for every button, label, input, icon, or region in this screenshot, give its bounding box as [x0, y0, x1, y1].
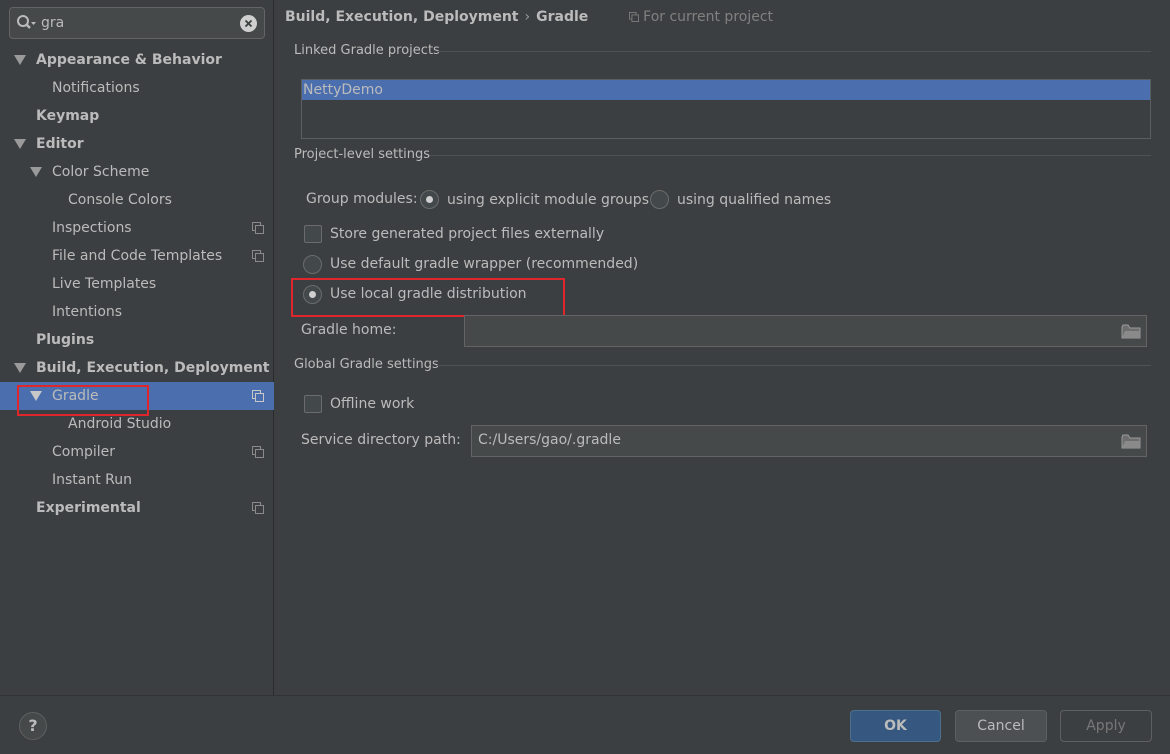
help-button[interactable]: ?: [19, 712, 47, 740]
project-settings-title: Project-level settings: [294, 147, 431, 162]
breadcrumb-separator: ›: [524, 9, 531, 25]
gradle-home-label: Gradle home:: [301, 322, 397, 338]
tree-item-label: Editor: [36, 136, 84, 152]
expand-arrow-icon[interactable]: [30, 167, 42, 177]
tree-item-label: Appearance & Behavior: [36, 52, 222, 68]
tree-item-build-execution-deployment[interactable]: Build, Execution, Deployment: [0, 354, 274, 382]
search-icon[interactable]: [16, 14, 36, 32]
linked-projects-list[interactable]: NettyDemo: [301, 79, 1151, 139]
scope-note: For current project: [629, 9, 773, 25]
radio-qualified-names[interactable]: [650, 190, 669, 209]
tree-item-label: Console Colors: [68, 192, 172, 208]
settings-sidebar: Appearance & Behavior Notifications Keym…: [0, 0, 274, 695]
checkbox-store-externally[interactable]: [304, 225, 322, 243]
breadcrumb-current: Gradle: [536, 9, 589, 25]
project-scope-icon: [252, 222, 264, 234]
tree-item-label: Keymap: [36, 108, 100, 124]
tree-item-label: Instant Run: [52, 472, 133, 488]
ok-button[interactable]: OK: [850, 710, 941, 742]
project-scope-icon: [629, 12, 640, 22]
group-divider: [437, 365, 1151, 366]
global-settings-title: Global Gradle settings: [294, 357, 439, 372]
tree-item-editor[interactable]: Editor: [0, 130, 274, 158]
gradle-home-field[interactable]: [464, 315, 1147, 347]
tree-item-compiler[interactable]: Compiler: [0, 438, 274, 466]
folder-icon[interactable]: [1121, 434, 1141, 449]
tree-item-label: Inspections: [52, 220, 132, 236]
highlight-box-local-distribution: [291, 278, 565, 317]
scope-label: For current project: [643, 9, 774, 25]
tree-item-keymap[interactable]: Keymap: [0, 102, 274, 130]
group-divider: [430, 155, 1151, 156]
checkbox-offline-work[interactable]: [304, 395, 322, 413]
radio-default-wrapper[interactable]: [303, 255, 322, 274]
breadcrumb-parent[interactable]: Build, Execution, Deployment: [285, 9, 519, 25]
dialog-footer: ? OK Cancel Apply: [0, 695, 1170, 754]
folder-icon[interactable]: [1121, 324, 1141, 339]
group-modules-label: Group modules:: [306, 191, 418, 207]
service-dir-field[interactable]: C:/Users/gao/.gradle: [471, 425, 1147, 457]
expand-arrow-icon[interactable]: [14, 363, 26, 373]
apply-button[interactable]: Apply: [1060, 710, 1152, 742]
tree-item-instant-run[interactable]: Instant Run: [0, 466, 274, 494]
tree-item-label: Compiler: [52, 444, 116, 460]
tree-item-inspections[interactable]: Inspections: [0, 214, 274, 242]
project-scope-icon: [252, 390, 264, 402]
highlight-box-gradle: [17, 385, 149, 416]
cancel-button[interactable]: Cancel: [955, 710, 1047, 742]
tree-item-plugins[interactable]: Plugins: [0, 326, 274, 354]
tree-item-label: Color Scheme: [52, 164, 150, 180]
service-dir-value[interactable]: C:/Users/gao/.gradle: [478, 432, 621, 448]
project-scope-icon: [252, 502, 264, 514]
radio-qualified-names-label[interactable]: using qualified names: [677, 192, 831, 208]
tree-item-color-scheme[interactable]: Color Scheme: [0, 158, 274, 186]
settings-content: Build, Execution, Deployment › Gradle For …: [275, 0, 1170, 695]
clear-search-icon[interactable]: [240, 15, 257, 32]
tree-item-file-code-templates[interactable]: File and Code Templates: [0, 242, 274, 270]
tree-item-live-templates[interactable]: Live Templates: [0, 270, 274, 298]
radio-explicit-module-groups[interactable]: [420, 190, 439, 209]
tree-item-label: Experimental: [36, 500, 141, 516]
list-item[interactable]: NettyDemo: [302, 80, 1150, 100]
radio-default-wrapper-label[interactable]: Use default gradle wrapper (recommended): [330, 256, 638, 272]
radio-explicit-module-groups-label[interactable]: using explicit module groups: [447, 192, 649, 208]
tree-item-label: Plugins: [36, 332, 95, 348]
tree-item-experimental[interactable]: Experimental: [0, 494, 274, 522]
tree-item-notifications[interactable]: Notifications: [0, 74, 274, 102]
expand-arrow-icon[interactable]: [14, 139, 26, 149]
project-scope-icon: [252, 446, 264, 458]
breadcrumb: Build, Execution, Deployment › Gradle For …: [285, 6, 773, 28]
checkbox-offline-work-label[interactable]: Offline work: [330, 396, 414, 412]
tree-item-intentions[interactable]: Intentions: [0, 298, 274, 326]
group-divider: [437, 51, 1151, 52]
tree-item-label: Live Templates: [52, 276, 157, 292]
search-input[interactable]: [41, 13, 231, 33]
tree-item-label: File and Code Templates: [52, 248, 223, 264]
tree-item-label: Notifications: [52, 80, 140, 96]
service-dir-label: Service directory path:: [301, 432, 461, 448]
tree-item-label: Intentions: [52, 304, 123, 320]
tree-item-console-colors[interactable]: Console Colors: [0, 186, 274, 214]
tree-item-label: Build, Execution, Deployment: [36, 360, 270, 376]
project-scope-icon: [252, 250, 264, 262]
expand-arrow-icon[interactable]: [14, 55, 26, 65]
checkbox-store-externally-label[interactable]: Store generated project files externally: [330, 226, 604, 242]
linked-projects-title: Linked Gradle projects: [294, 43, 440, 58]
tree-item-appearance-behavior[interactable]: Appearance & Behavior: [0, 46, 274, 74]
settings-search[interactable]: [9, 7, 265, 39]
